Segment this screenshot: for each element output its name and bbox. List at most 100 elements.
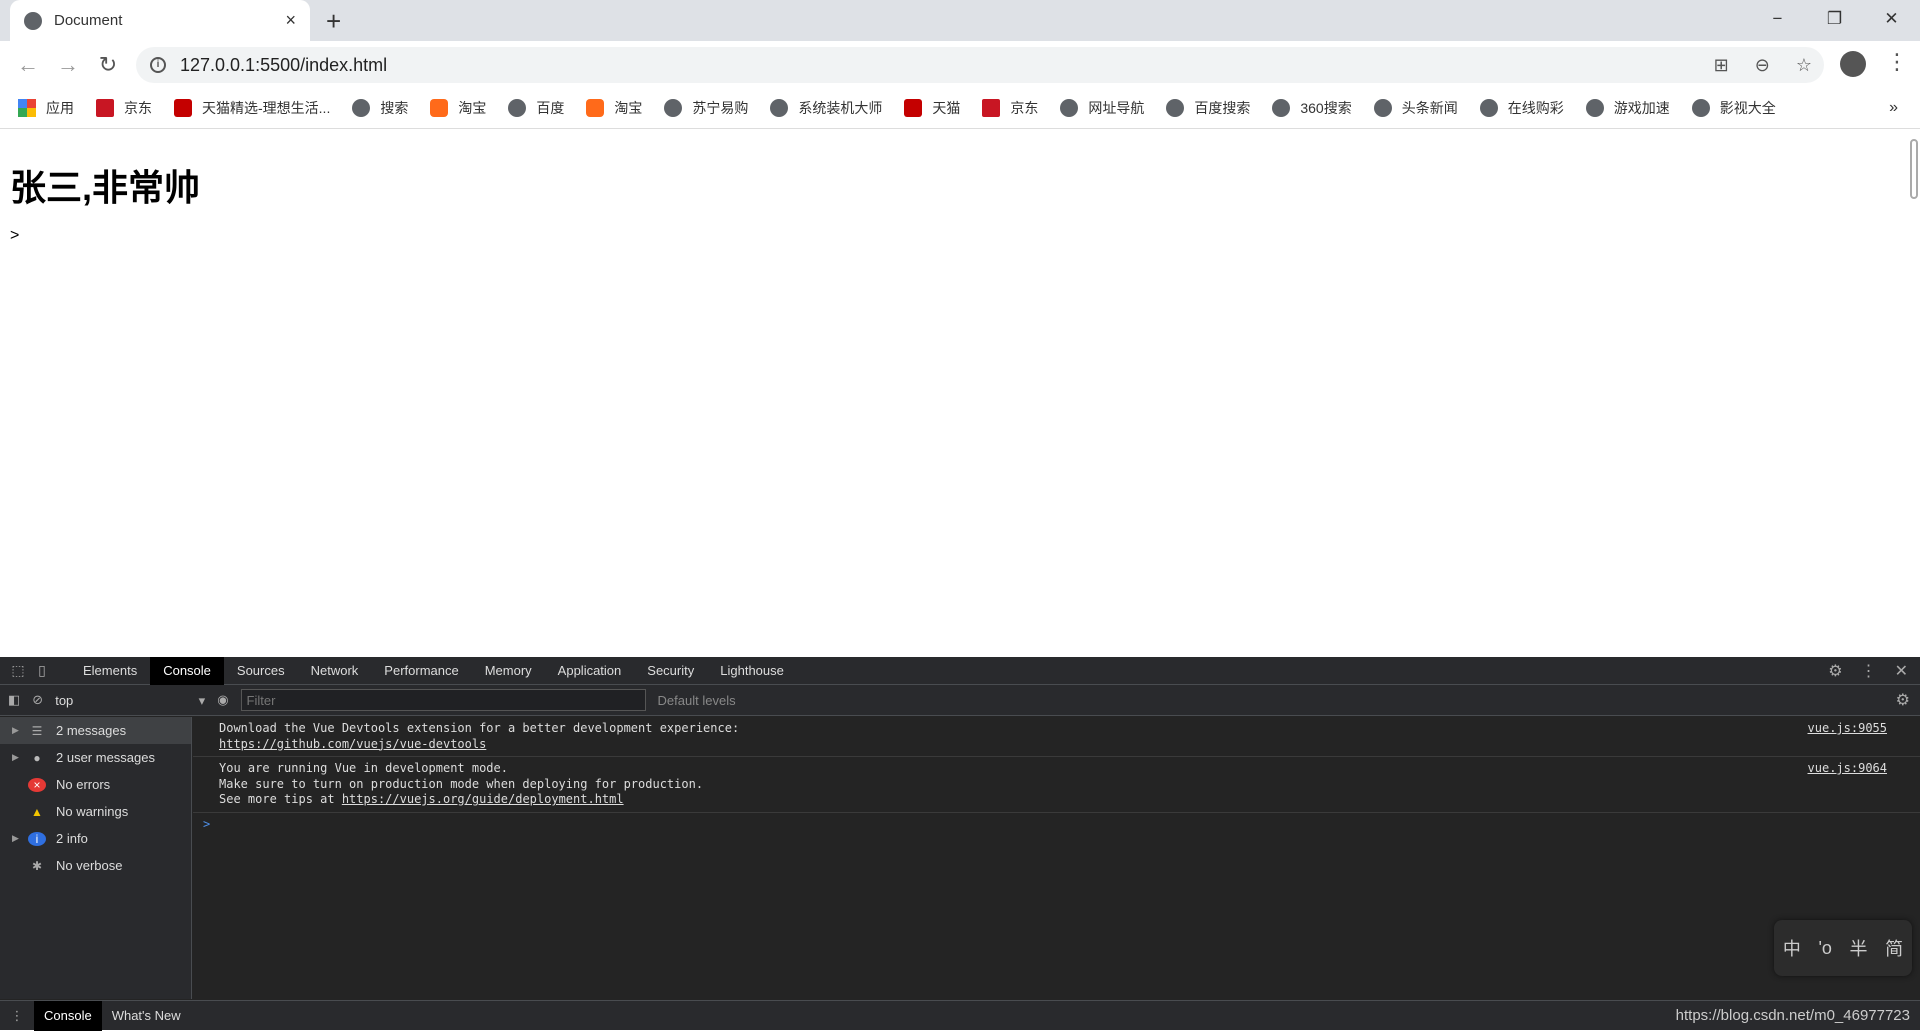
bookmarks-more-button[interactable]: » [1889, 99, 1898, 117]
expand-arrow-icon[interactable]: ▶ [12, 725, 28, 736]
globe-icon [352, 99, 371, 117]
restore-button[interactable]: ❐ [1806, 0, 1863, 38]
bookmark-item[interactable]: 360搜索 [1272, 98, 1352, 118]
url-text[interactable]: 127.0.0.1:5500/index.html [180, 55, 387, 76]
bookmark-item[interactable]: 网址导航 [1060, 98, 1144, 118]
close-window-button[interactable]: ✕ [1863, 0, 1920, 38]
source-link[interactable]: vue.js:9064 [1808, 761, 1887, 777]
eye-icon[interactable]: ◉ [217, 692, 228, 708]
bookmark-label: 苏宁易购 [692, 100, 749, 116]
sidebar-item[interactable]: ▶ i 2 info [0, 825, 191, 852]
ime-script[interactable]: 简 [1885, 935, 1903, 961]
console-prompt[interactable]: > [193, 813, 1920, 835]
globe-icon [1373, 99, 1392, 117]
sidebar-item[interactable]: × No errors [0, 771, 191, 798]
globe-icon [1060, 99, 1079, 117]
bookmark-item[interactable]: 影视大全 [1691, 98, 1776, 118]
tab-elements[interactable]: Elements [70, 657, 150, 685]
zoom-out-icon[interactable]: ⊖ [1755, 55, 1770, 76]
drawer-tab-whats-new[interactable]: What's New [102, 1001, 191, 1031]
error-icon: × [28, 777, 46, 792]
bookmark-item[interactable]: 苏宁易购 [664, 98, 748, 118]
tab-performance[interactable]: Performance [371, 657, 471, 685]
bookmark-item[interactable]: 京东 [96, 98, 152, 118]
bookmark-item[interactable]: 淘宝 [586, 98, 642, 118]
devtools-panel: ⬚ ▯ Elements Console Sources Network Perform… [0, 656, 1920, 1031]
drawer-menu-icon[interactable]: ⋮ [0, 1008, 34, 1024]
tm-icon [904, 99, 923, 117]
bookmark-item[interactable]: 百度搜索 [1166, 98, 1250, 118]
sidebar-item-label: No warnings [56, 804, 129, 819]
message-link[interactable]: https://github.com/vuejs/vue-devtools [219, 737, 486, 751]
info-icon[interactable]: i [150, 57, 166, 73]
account-avatar-icon[interactable] [1840, 51, 1866, 77]
log-levels-dropdown[interactable]: Default levels [658, 693, 736, 708]
console-settings-icon[interactable]: ⚙ [1896, 690, 1910, 710]
tab-network[interactable]: Network [298, 657, 372, 685]
tab-sources[interactable]: Sources [224, 657, 298, 685]
filter-input[interactable] [240, 689, 646, 711]
sidebar-item[interactable]: ▶ ☰ 2 messages [0, 717, 191, 744]
tab-close-button[interactable]: × [285, 10, 296, 31]
drawer-tab-console[interactable]: Console [34, 1000, 102, 1031]
tab-memory[interactable]: Memory [472, 657, 545, 685]
bookmark-item[interactable]: 天猫 [904, 98, 960, 118]
star-icon[interactable]: ☆ [1796, 55, 1812, 76]
bookmark-item[interactable]: 淘宝 [430, 98, 486, 118]
more-menu-icon[interactable]: ⋮ [1886, 49, 1908, 75]
new-tab-button[interactable]: + [326, 6, 341, 37]
minimize-button[interactable]: − [1749, 0, 1806, 38]
ime-lang[interactable]: 中 [1783, 935, 1801, 961]
globe-icon [1479, 99, 1498, 117]
forward-button[interactable]: → [48, 52, 88, 78]
info-icon: i [28, 831, 46, 846]
tab-security[interactable]: Security [634, 657, 707, 685]
sidebar-item[interactable]: ▲ No warnings [0, 798, 191, 825]
bookmark-item[interactable]: 搜索 [352, 98, 408, 118]
sidebar-item[interactable]: ▶ ● 2 user messages [0, 744, 191, 771]
sidebar-toggle-icon[interactable]: ◧ [8, 692, 20, 708]
source-link[interactable]: vue.js:9055 [1808, 721, 1887, 737]
more-icon[interactable]: ⋮ [1861, 661, 1877, 681]
expand-arrow-icon[interactable]: ▶ [12, 752, 28, 763]
message-link[interactable]: https://vuejs.org/guide/deployment.html [342, 792, 624, 806]
inspect-icon[interactable]: ⬚ [6, 662, 30, 680]
bookmark-item[interactable]: 天猫精选-理想生活... [174, 98, 330, 118]
settings-icon[interactable]: ⚙ [1828, 661, 1842, 681]
toolbar: ← → ↻ i 127.0.0.1:5500/index.html ⊞ ⊖ ☆ … [0, 41, 1920, 88]
tab-lighthouse[interactable]: Lighthouse [707, 657, 797, 685]
bookmark-item[interactable]: 在线购彩 [1479, 98, 1564, 118]
tab-application[interactable]: Application [545, 657, 635, 685]
jd-icon [982, 99, 1001, 117]
jd-icon [96, 99, 114, 117]
bookmark-item[interactable]: 京东 [982, 98, 1038, 118]
reload-button[interactable]: ↻ [88, 52, 128, 78]
scrollbar[interactable] [1910, 139, 1918, 199]
sidebar-item[interactable]: ✱ No verbose [0, 852, 191, 879]
bookmark-item[interactable]: 游戏加速 [1585, 98, 1670, 118]
drawer-tabs: ⋮ Console What's New https://blog.csdn.n… [0, 1000, 1920, 1031]
bookmark-label: 在线购彩 [1507, 100, 1564, 116]
back-button[interactable]: ← [8, 52, 48, 78]
translate-icon[interactable]: ⊞ [1714, 55, 1729, 76]
expand-arrow-icon[interactable]: ▶ [12, 833, 28, 844]
bookmark-item[interactable]: 应用 [18, 98, 74, 118]
ime-toolbar[interactable]: 中 'o 半 简 [1774, 920, 1912, 976]
ime-punct[interactable]: 'o [1818, 938, 1831, 959]
tab-console[interactable]: Console [150, 656, 224, 685]
message-line: Make sure to turn on production mode whe… [219, 776, 704, 791]
bookmark-label: 淘宝 [458, 100, 487, 116]
bookmark-item[interactable]: 系统装机大师 [770, 98, 882, 118]
device-toggle-icon[interactable]: ▯ [30, 662, 54, 680]
bookmark-item[interactable]: 头条新闻 [1373, 98, 1458, 118]
ime-width[interactable]: 半 [1850, 935, 1868, 961]
clear-console-icon[interactable]: ⊘ [32, 692, 43, 708]
close-devtools-icon[interactable]: ✕ [1895, 661, 1908, 681]
bookmark-item[interactable]: 百度 [508, 98, 564, 118]
address-bar[interactable]: i 127.0.0.1:5500/index.html ⊞ ⊖ ☆ [136, 47, 1824, 83]
bookmark-label: 京东 [124, 100, 152, 116]
context-select[interactable]: top [55, 693, 205, 709]
sidebar-item-label: 2 user messages [56, 750, 155, 765]
apps-icon [18, 99, 36, 117]
browser-tab[interactable]: Document × [10, 0, 310, 41]
